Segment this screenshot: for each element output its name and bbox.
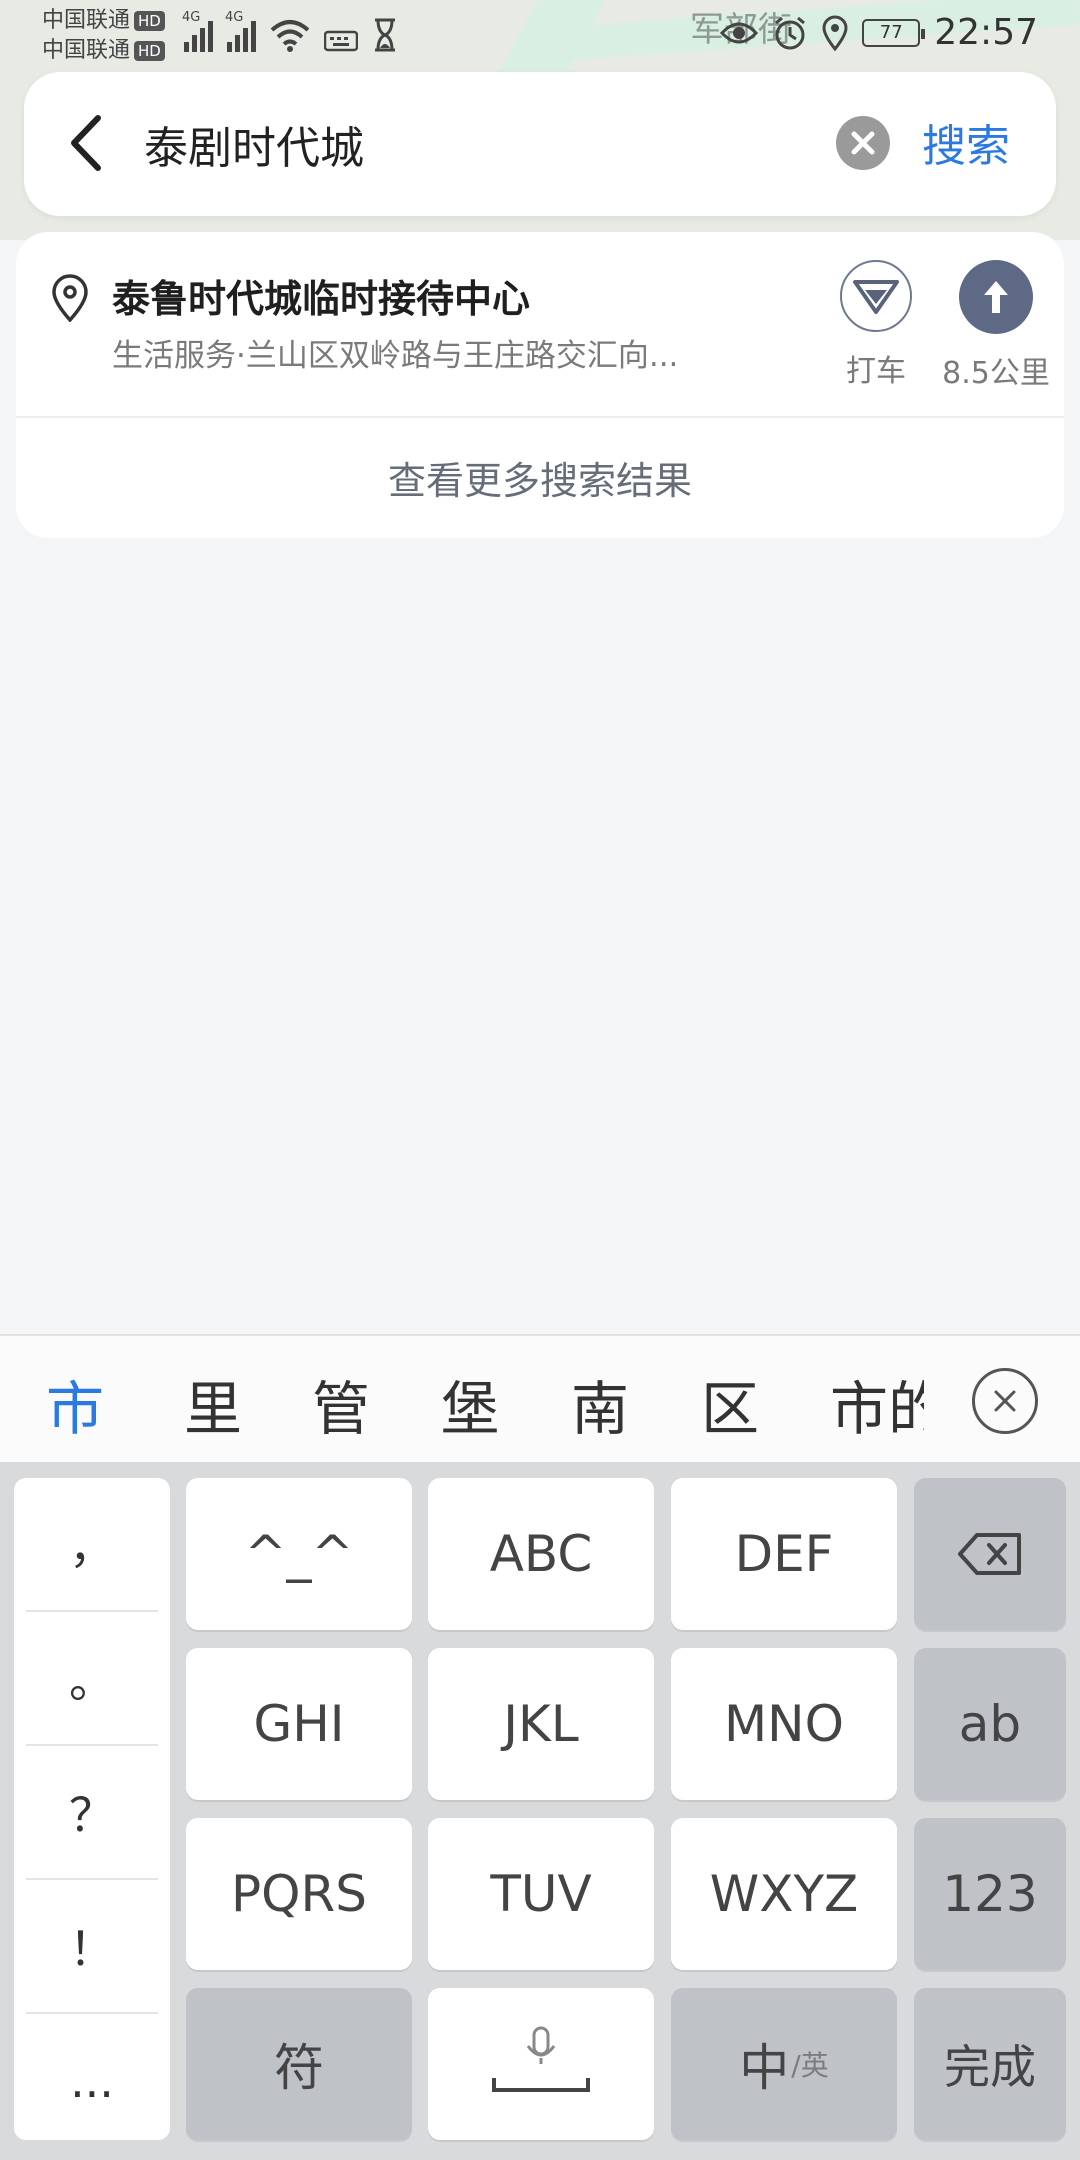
punctuation-key[interactable]: ！ [26, 1880, 158, 2014]
punctuation-key[interactable]: ， [26, 1478, 158, 1612]
taxi-label: 打车 [846, 354, 906, 389]
battery-level: 77 [879, 22, 903, 43]
more-results-link[interactable]: 查看更多搜索结果 [16, 450, 1064, 505]
candidate-word[interactable]: 南 [571, 1362, 629, 1446]
eye-icon [720, 22, 759, 43]
carrier-2: 中国联通 [42, 38, 131, 63]
key-abc[interactable]: ABC [428, 1478, 654, 1630]
distance-label: 8.5公里 [942, 356, 1050, 391]
backspace-key[interactable] [914, 1478, 1066, 1630]
signal-icon: 4G [225, 10, 256, 52]
language-main: 中 [739, 2039, 790, 2097]
status-bar: 中国联通 HD 中国联通 HD 4G 4G 77 22:57 [0, 0, 1080, 72]
status-right: 77 22:57 [720, 12, 1038, 53]
punctuation-key[interactable]: 。 [26, 1612, 158, 1746]
taxi-icon [840, 260, 912, 332]
signal-indicators: 4G 4G [182, 10, 398, 52]
key-mno[interactable]: MNO [671, 1648, 897, 1800]
punctuation-column: ， 。 ？ ！ ... [14, 1478, 170, 2140]
key-jkl[interactable]: JKL [428, 1648, 654, 1800]
candidate-word[interactable]: 区 [701, 1362, 759, 1446]
key-numbers[interactable]: 123 [914, 1818, 1066, 1970]
key-def[interactable]: DEF [671, 1478, 897, 1630]
key-emoticon[interactable]: ^_^ [186, 1478, 412, 1630]
backspace-icon [958, 1533, 1021, 1575]
language-sub: /英 [791, 2049, 829, 2082]
location-icon [822, 15, 848, 51]
ime-candidate-bar: 市 里 管 堡 南 区 市的 [0, 1334, 1080, 1462]
hourglass-icon [375, 18, 395, 52]
candidate-word[interactable]: 管 [312, 1362, 370, 1446]
key-english-mode[interactable]: ab [914, 1648, 1066, 1800]
hd-badge: HD [134, 11, 165, 31]
taxi-button[interactable]: 打车 [824, 260, 928, 390]
punctuation-key[interactable]: ？ [26, 1746, 158, 1880]
key-ghi[interactable]: GHI [186, 1648, 412, 1800]
keyboard: ， 。 ？ ！ ... ^_^ ABC DEF GHI JKL MNO ab P… [0, 1462, 1080, 2160]
key-pqrs[interactable]: PQRS [186, 1818, 412, 1970]
location-pin-icon [52, 274, 88, 322]
key-tuv[interactable]: TUV [428, 1818, 654, 1970]
navigate-button[interactable]: 8.5公里 [928, 260, 1064, 392]
result-title[interactable]: 泰鲁时代城临时接待中心 [112, 268, 530, 323]
search-button[interactable]: 搜索 [922, 110, 1010, 174]
hd-badge: HD [134, 41, 165, 61]
result-subtitle[interactable]: 生活服务·兰山区双岭路与王庄路交汇向... [112, 330, 782, 375]
wifi-icon [270, 20, 310, 52]
key-wxyz[interactable]: WXYZ [671, 1818, 897, 1970]
key-language-switch[interactable]: 中/英 [671, 1988, 897, 2140]
punctuation-key[interactable]: ... [26, 2014, 158, 2148]
candidate-word[interactable]: 堡 [441, 1362, 499, 1446]
clear-icon[interactable] [836, 116, 890, 170]
alarm-icon [775, 16, 806, 49]
search-results: 泰鲁时代城临时接待中心 生活服务·兰山区双岭路与王庄路交汇向... 打车 8.5… [16, 232, 1064, 538]
carrier-1: 中国联通 [42, 8, 131, 33]
divider [16, 416, 1064, 418]
search-input[interactable] [144, 102, 824, 186]
navigate-arrow-icon [959, 260, 1033, 334]
back-icon[interactable] [58, 110, 118, 176]
signal-icon: 4G [182, 10, 213, 52]
keyboard-status-icon [324, 30, 358, 52]
candidate-word[interactable]: 市 [46, 1362, 104, 1446]
done-key[interactable]: 完成 [914, 1988, 1066, 2140]
space-key[interactable] [428, 1988, 654, 2140]
microphone-icon [492, 2026, 590, 2092]
carrier-info: 中国联通 HD 中国联通 HD [42, 6, 165, 66]
clock: 22:57 [934, 12, 1038, 53]
collapse-keyboard-icon[interactable] [972, 1368, 1038, 1434]
search-bar: 搜索 [24, 72, 1056, 216]
battery-icon: 77 [862, 18, 926, 47]
candidate-word[interactable]: 里 [184, 1362, 242, 1446]
key-symbols[interactable]: 符 [186, 1988, 412, 2140]
